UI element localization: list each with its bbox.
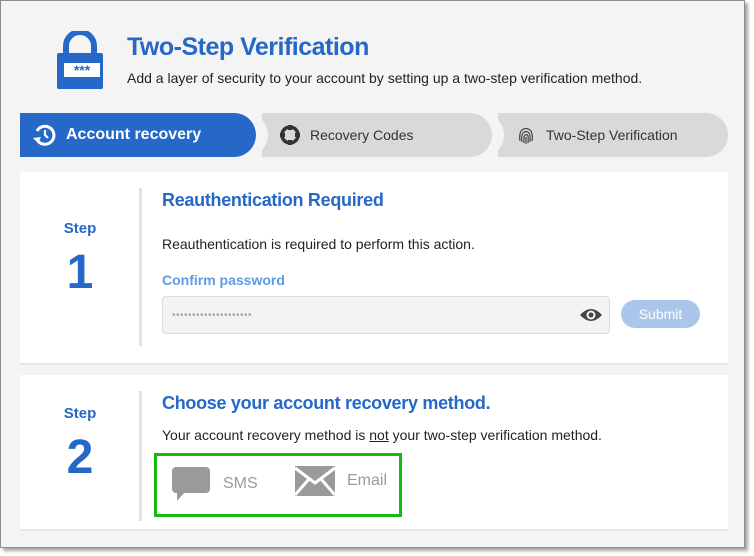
tab-label: Recovery Codes [310, 127, 414, 143]
confirm-password-input[interactable]: •••••••••••••••••••• [162, 296, 610, 334]
lock-password-icon: *** [57, 31, 103, 89]
lifebuoy-icon [280, 125, 300, 145]
submit-button[interactable]: Submit [621, 300, 700, 328]
tab-bar: Account recovery Recovery Codes Two-Step… [20, 113, 730, 157]
envelope-icon [295, 466, 335, 496]
eye-icon[interactable] [579, 307, 603, 323]
tab-two-step-verification[interactable]: Two-Step Verification [482, 113, 728, 157]
window-frame: *** Two-Step Verification Add a layer of… [0, 0, 745, 548]
tab-account-recovery[interactable]: Account recovery [20, 113, 256, 157]
method-sms[interactable]: SMS [171, 466, 258, 502]
method-email[interactable]: Email [295, 466, 387, 496]
step-title: Choose your account recovery method. [162, 393, 491, 413]
step-1-card: Step 1 Reauthentication Required Reauthe… [20, 172, 728, 365]
step-description: Your account recovery method is not your… [162, 427, 602, 443]
confirm-password-label: Confirm password [162, 272, 285, 288]
divider [139, 391, 142, 521]
history-icon [33, 124, 56, 146]
step-indicator: Step 1 [20, 220, 140, 297]
emphasis-not: not [369, 427, 389, 443]
divider [139, 188, 142, 346]
step-label: Step [63, 405, 97, 422]
description-part: your two-step verification method. [388, 427, 602, 443]
description-part: Your account recovery method is [162, 427, 370, 443]
tab-label: Two-Step Verification [546, 127, 678, 143]
step-indicator: Step 2 [20, 405, 140, 482]
step-description: Reauthentication is required to perform … [162, 236, 475, 252]
tab-label: Account recovery [66, 126, 202, 143]
step-number: 1 [66, 246, 94, 299]
fingerprint-icon [519, 127, 533, 144]
svg-text:***: *** [74, 62, 91, 78]
chat-bubble-icon [172, 467, 210, 501]
tab-recovery-codes[interactable]: Recovery Codes [246, 113, 492, 157]
method-label: SMS [223, 475, 258, 492]
step-label: Step [63, 220, 97, 237]
step-title: Reauthentication Required [162, 190, 384, 210]
recovery-method-options: SMS Email [154, 453, 402, 517]
step-number: 2 [66, 431, 94, 484]
page-title: Two-Step Verification [127, 33, 369, 61]
password-value: •••••••••••••••••••• [172, 309, 253, 321]
page-subtitle: Add a layer of security to your account … [127, 70, 643, 86]
method-label: Email [347, 472, 388, 489]
step-2-card: Step 2 Choose your account recovery meth… [20, 375, 728, 531]
